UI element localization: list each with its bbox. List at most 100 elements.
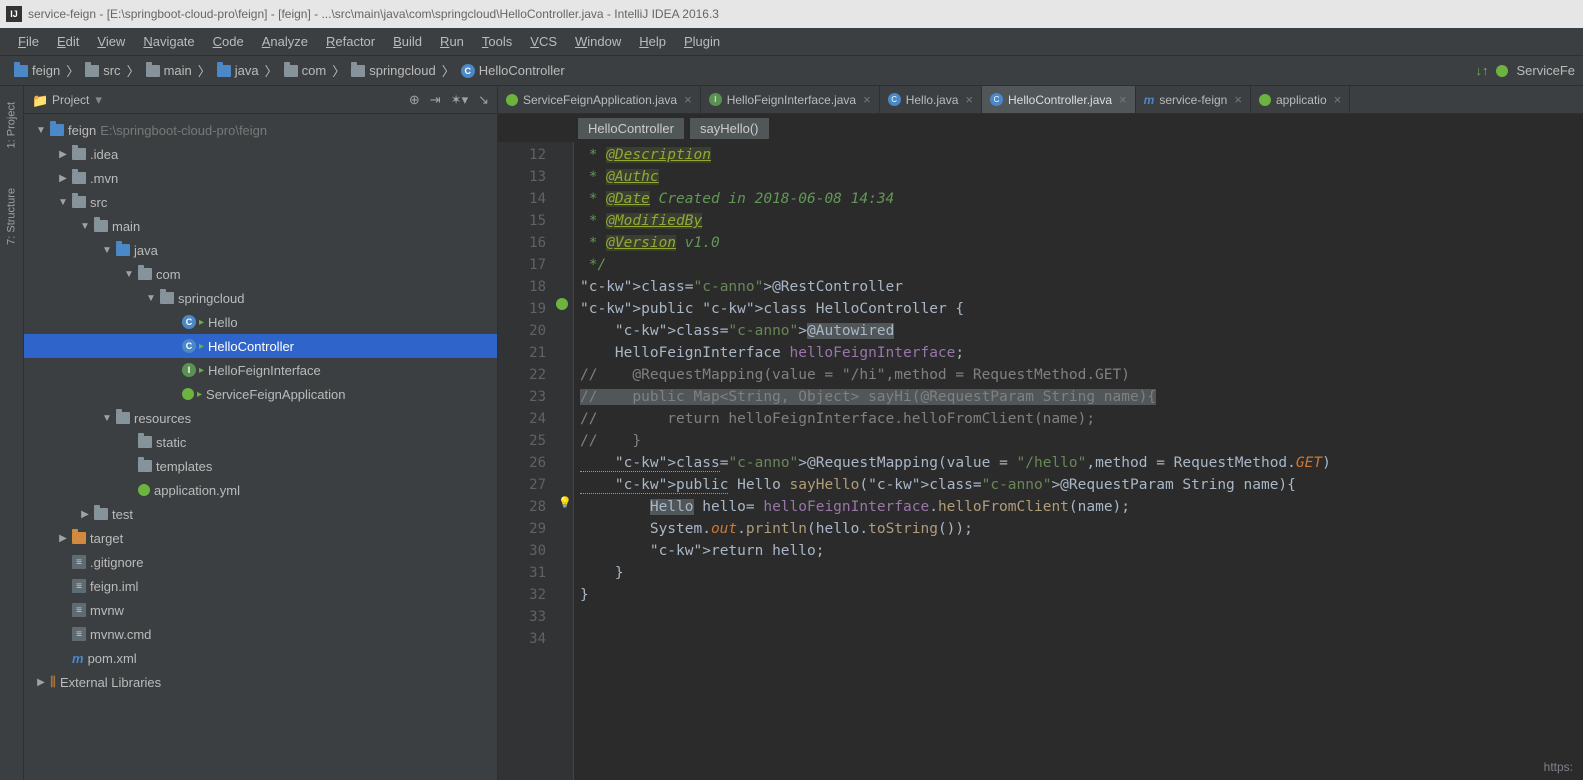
menu-refactor[interactable]: Refactor — [318, 31, 383, 52]
locate-icon[interactable]: ⊕ — [409, 92, 420, 108]
menu-view[interactable]: View — [89, 31, 133, 52]
tree-item--gitignore[interactable]: ≡.gitignore — [24, 550, 497, 574]
run-config-icon[interactable] — [1496, 65, 1508, 77]
tree-item-java[interactable]: ▼java — [24, 238, 497, 262]
menu-build[interactable]: Build — [385, 31, 430, 52]
vcs-update-icon[interactable]: ↓↑ — [1475, 63, 1488, 78]
tab-service-feign[interactable]: mservice-feign× — [1136, 86, 1251, 113]
project-panel-title: Project — [52, 93, 89, 107]
project-panel-header: 📁 Project ▾ ⊕ ⇥ ✶▾ ↘ — [24, 86, 497, 114]
menu-file[interactable]: File — [10, 31, 47, 52]
tab-applicatio[interactable]: applicatio× — [1251, 86, 1350, 113]
tree-item-application-yml[interactable]: application.yml — [24, 478, 497, 502]
spring-gutter-icon[interactable] — [556, 298, 568, 310]
menu-edit[interactable]: Edit — [49, 31, 87, 52]
breadcrumb-class[interactable]: HelloController — [578, 118, 684, 139]
folder-icon — [50, 124, 64, 136]
menu-code[interactable]: Code — [205, 31, 252, 52]
tree-item-resources[interactable]: ▼resources — [24, 406, 497, 430]
close-icon[interactable]: × — [965, 92, 973, 107]
menu-navigate[interactable]: Navigate — [135, 31, 202, 52]
folder-icon — [72, 532, 86, 544]
crumb-com[interactable]: com — [278, 61, 333, 80]
interface-icon: I — [709, 93, 722, 106]
folder-icon — [146, 65, 160, 77]
lib-icon: ⫼ — [50, 674, 56, 690]
tree-item-main[interactable]: ▼main — [24, 214, 497, 238]
class-icon: C — [461, 64, 475, 78]
gutter-icons[interactable]: 💡 — [554, 142, 574, 780]
crumb-main[interactable]: main — [140, 61, 198, 80]
tree-item-springcloud[interactable]: ▼springcloud — [24, 286, 497, 310]
folder-icon — [138, 460, 152, 472]
run-config-name[interactable]: ServiceFe — [1516, 63, 1575, 78]
tree-item-feign-iml[interactable]: ≡feign.iml — [24, 574, 497, 598]
tree-item-servicefeignapplication[interactable]: ▸ServiceFeignApplication — [24, 382, 497, 406]
hide-icon[interactable]: ↘ — [478, 92, 489, 108]
tab-hellocontroller-java[interactable]: CHelloController.java× — [982, 86, 1136, 113]
tree-item--idea[interactable]: ▶.idea — [24, 142, 497, 166]
tree-item-hellofeigninterface[interactable]: I▸HelloFeignInterface — [24, 358, 497, 382]
settings-icon[interactable]: ✶▾ — [451, 92, 468, 108]
folder-icon — [138, 436, 152, 448]
intention-bulb-icon[interactable]: 💡 — [558, 496, 572, 509]
crumb-hellocontroller[interactable]: CHelloController — [455, 61, 571, 80]
tree-item-src[interactable]: ▼src — [24, 190, 497, 214]
menu-vcs[interactable]: VCS — [522, 31, 565, 52]
crumb-src[interactable]: src — [79, 61, 126, 80]
class-icon: C — [182, 339, 196, 353]
close-icon[interactable]: × — [1119, 92, 1127, 107]
tree-item-external-libraries[interactable]: ▶⫼External Libraries — [24, 670, 497, 694]
folder-icon — [14, 65, 28, 77]
tree-item-target[interactable]: ▶target — [24, 526, 497, 550]
menu-analyze[interactable]: Analyze — [254, 31, 316, 52]
tool-tab-structure[interactable]: 7: Structure — [0, 178, 23, 255]
maven-icon: m — [72, 651, 84, 666]
maven-icon: m — [1144, 93, 1155, 107]
status-url: https: — [1544, 760, 1573, 774]
code-editor[interactable]: * @Description * @Authc * @Date Created … — [574, 142, 1583, 780]
tool-window-bar: 1: Project 7: Structure — [0, 86, 24, 780]
menu-window[interactable]: Window — [567, 31, 629, 52]
line-gutter[interactable]: 1213141516171819202122232425262728293031… — [498, 142, 554, 780]
crumb-feign[interactable]: feign — [8, 61, 66, 80]
tree-item-mvnw-cmd[interactable]: ≡mvnw.cmd — [24, 622, 497, 646]
tree-item-static[interactable]: static — [24, 430, 497, 454]
close-icon[interactable]: × — [1334, 92, 1342, 107]
tree-item-pom-xml[interactable]: mpom.xml — [24, 646, 497, 670]
folder-icon — [72, 148, 86, 160]
menu-help[interactable]: Help — [631, 31, 674, 52]
breadcrumb-method[interactable]: sayHello() — [690, 118, 769, 139]
collapse-icon[interactable]: ⇥ — [430, 92, 441, 108]
project-view-icon[interactable]: 📁 — [32, 93, 46, 107]
folder-icon — [94, 220, 108, 232]
tree-item--mvn[interactable]: ▶.mvn — [24, 166, 497, 190]
tool-tab-project[interactable]: 1: Project — [0, 92, 23, 158]
run-marker-icon: ▸ — [197, 389, 202, 400]
project-tree[interactable]: ▼feignE:\springboot-cloud-pro\feign▶.ide… — [24, 114, 497, 780]
crumb-springcloud[interactable]: springcloud — [345, 61, 442, 80]
menu-tools[interactable]: Tools — [474, 31, 520, 52]
run-marker-icon: ▸ — [199, 341, 204, 352]
crumb-java[interactable]: java — [211, 61, 265, 80]
dropdown-icon[interactable]: ▾ — [95, 92, 102, 108]
tree-item-test[interactable]: ▶test — [24, 502, 497, 526]
tab-servicefeignapplication-java[interactable]: ServiceFeignApplication.java× — [498, 86, 701, 113]
tree-item-mvnw[interactable]: ≡mvnw — [24, 598, 497, 622]
app-icon: IJ — [6, 6, 22, 22]
interface-icon: I — [182, 363, 196, 377]
close-icon[interactable]: × — [684, 92, 692, 107]
tree-item-feign[interactable]: ▼feignE:\springboot-cloud-pro\feign — [24, 118, 497, 142]
folder-icon — [72, 196, 86, 208]
tree-item-templates[interactable]: templates — [24, 454, 497, 478]
close-icon[interactable]: × — [1234, 92, 1242, 107]
tab-hello-java[interactable]: CHello.java× — [880, 86, 982, 113]
menu-plugin[interactable]: Plugin — [676, 31, 728, 52]
tab-hellofeigninterface-java[interactable]: IHelloFeignInterface.java× — [701, 86, 880, 113]
tree-item-hello[interactable]: C▸Hello — [24, 310, 497, 334]
tree-item-com[interactable]: ▼com — [24, 262, 497, 286]
close-icon[interactable]: × — [863, 92, 871, 107]
tree-item-hellocontroller[interactable]: C▸HelloController — [24, 334, 497, 358]
menu-run[interactable]: Run — [432, 31, 472, 52]
folder-icon — [284, 65, 298, 77]
